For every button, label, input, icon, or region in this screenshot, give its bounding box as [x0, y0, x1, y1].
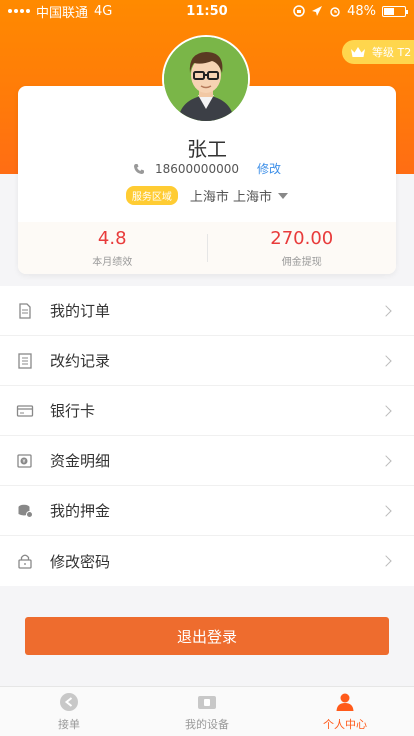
avatar[interactable] [162, 35, 250, 123]
status-bar: 中国联通 4G 11:50 48% [0, 0, 414, 22]
menu-item-fund-details[interactable]: ¥ 资金明细 [0, 436, 414, 486]
document-icon [19, 302, 31, 319]
service-area-row: 服务区域 上海市 上海市 [0, 186, 414, 205]
stat-performance-label: 本月绩效 [92, 257, 133, 268]
phone-number: 18600000000 [155, 161, 239, 176]
bank-card-icon [16, 404, 34, 417]
carrier: 中国联通 [36, 5, 89, 21]
stats-bar: 4.8 本月绩效 270.00 佣金提现 [18, 222, 396, 274]
caret-down-icon [278, 192, 289, 199]
menu-item-label: 资金明细 [50, 452, 111, 470]
menu-item-deposit[interactable]: 我的押金 [0, 486, 414, 536]
tab-profile[interactable]: 个人中心 [276, 687, 414, 736]
service-area-value: 上海市 上海市 [189, 190, 273, 205]
stat-commission-value: 270.00 [270, 228, 334, 249]
money-icon: ¥ [17, 453, 32, 468]
menu-item-label: 改约记录 [50, 352, 111, 370]
network-type: 4G [94, 3, 113, 19]
chevron-right-icon [380, 555, 392, 567]
menu-item-label: 我的押金 [50, 502, 111, 520]
service-area-tag: 服务区域 [125, 186, 178, 205]
tab-label: 个人中心 [323, 717, 367, 731]
edit-phone-link[interactable]: 修改 [257, 160, 281, 177]
device-icon [198, 695, 216, 709]
tab-label: 接单 [58, 717, 80, 731]
battery-percent: 48% [347, 3, 376, 19]
crown-icon [351, 47, 365, 57]
menu-item-reschedule[interactable]: 改约记录 [0, 336, 414, 386]
phone-icon [134, 163, 144, 174]
tab-bar: 接单 我的设备 个人中心 [0, 686, 414, 736]
stat-performance[interactable]: 4.8 本月绩效 [18, 222, 207, 274]
chevron-right-icon [380, 504, 392, 517]
alarm-icon [330, 7, 340, 17]
menu-item-label: 我的订单 [50, 302, 111, 320]
person-icon [336, 693, 354, 711]
deposit-icon [18, 504, 33, 518]
tab-orders[interactable]: 接单 [0, 687, 138, 736]
logout-button[interactable]: 退出登录 [25, 617, 389, 655]
level-badge[interactable]: 等级 T2 [342, 40, 414, 64]
menu-item-label: 修改密码 [50, 552, 111, 571]
lock-icon [18, 554, 32, 569]
stat-commission[interactable]: 270.00 佣金提现 [208, 222, 397, 274]
order-icon [60, 692, 78, 711]
phone-row: 18600000000 修改 [0, 160, 414, 177]
menu-item-orders[interactable]: 我的订单 [0, 286, 414, 336]
chevron-right-icon [380, 354, 392, 367]
record-icon [18, 352, 32, 369]
level-label: 等级 T2 [372, 46, 412, 59]
menu-item-label: 银行卡 [50, 402, 96, 420]
chevron-right-icon [380, 454, 392, 467]
battery-icon [382, 5, 408, 17]
stat-commission-label: 佣金提现 [281, 257, 322, 268]
stat-performance-value: 4.8 [97, 228, 127, 249]
menu-item-bank-card[interactable]: 银行卡 [0, 386, 414, 436]
chevron-right-icon [380, 304, 392, 317]
chevron-right-icon [380, 404, 392, 417]
tab-devices[interactable]: 我的设备 [138, 687, 276, 736]
svg-text:¥: ¥ [22, 459, 25, 465]
service-area-select[interactable]: 上海市 上海市 [189, 186, 289, 205]
signal-icon [8, 9, 30, 13]
user-name: 张工 [187, 137, 227, 161]
tab-label: 我的设备 [185, 717, 229, 731]
menu-item-change-password[interactable]: 修改密码 [0, 536, 414, 586]
location-icon [312, 6, 323, 16]
menu-list: 我的订单 改约记录 银行卡 ¥ 资金明细 我的押金 修改密码 [0, 286, 414, 586]
lock-rotation-icon [293, 5, 305, 17]
